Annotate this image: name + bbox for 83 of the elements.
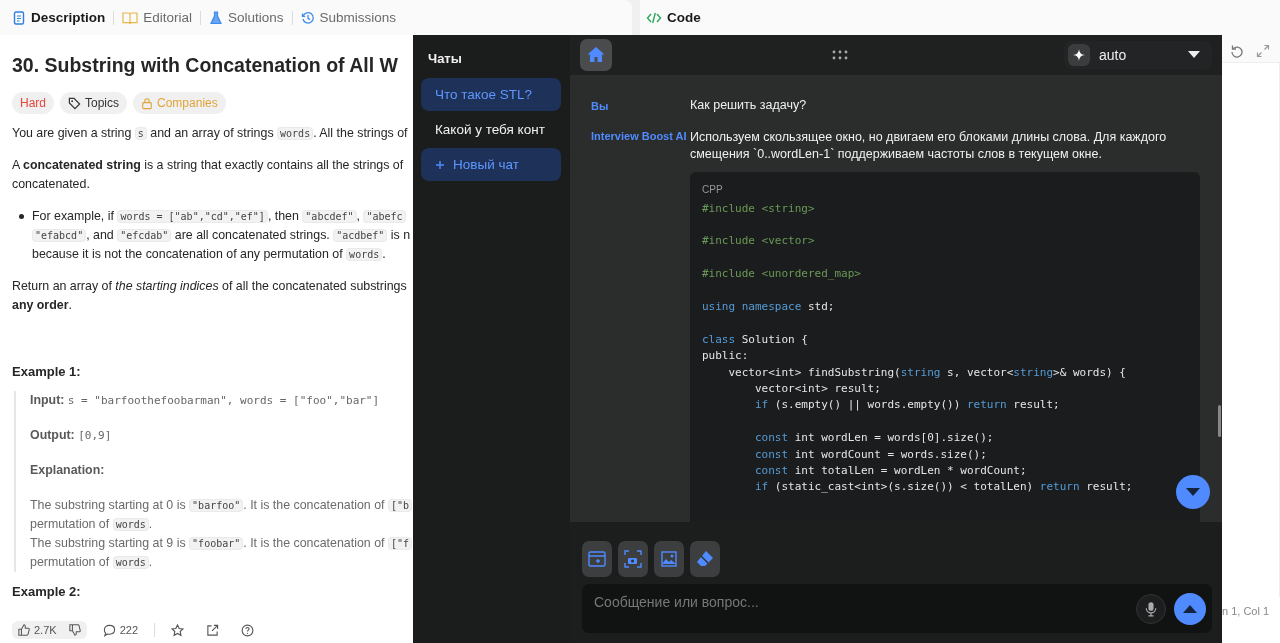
microphone-icon	[1145, 600, 1157, 617]
description-text: A concatenated string is a string that exactly contains all the strings of concatenated.	[12, 157, 404, 193]
sidebar-title: Чаты	[427, 50, 463, 68]
code-line: class Solution {	[702, 331, 809, 348]
example-heading: Example 2:	[12, 584, 82, 599]
problem-title: 30. Substring with Concatenation of All W	[12, 53, 399, 78]
new-chat-button[interactable]: Новый чат	[421, 148, 561, 181]
code-line: const int totalLen = wordLen * wordCount;	[753, 462, 1028, 479]
eraser-icon	[695, 549, 715, 569]
example-input-text: Input: s = "barfoothefoobarman", words = ["foo","bar"]	[30, 392, 381, 409]
home-button[interactable]	[580, 39, 612, 71]
code-line: vector<int> result;	[753, 380, 882, 397]
description-text: Return an array of the starting indices of all the concatenated substrings any order.	[12, 278, 407, 314]
sparkle-icon	[1068, 44, 1090, 66]
screenshot-icon	[623, 549, 643, 569]
comments-button[interactable]: 222	[96, 620, 144, 640]
example-heading: Example 1:	[12, 364, 82, 379]
code-line: if (s.empty() || words.empty()) return result;	[753, 397, 1061, 414]
code-line: const int wordCount = words.size();	[753, 446, 988, 463]
scroll-down-button[interactable]	[1176, 475, 1210, 509]
share-icon	[206, 623, 219, 637]
description-text: You are given a string s and an array of strings words . All the strings of	[12, 125, 408, 142]
explanation-text: The substring starting at 0 is "barfoo" . It is the concatenation of ["b permutation of words .	[30, 496, 413, 534]
send-button[interactable]	[1174, 592, 1206, 625]
comment-icon	[102, 623, 116, 637]
drag-handle-icon[interactable]	[832, 50, 848, 60]
lock-icon	[141, 96, 154, 110]
code-line: const int wordLen = words[0].size();	[753, 430, 995, 447]
explanation-text: The substring starting at 9 is "foobar" . It is the concatenation of ["f permutation of words .	[30, 534, 413, 572]
plus-icon	[435, 159, 445, 170]
chat-item[interactable]: Что такое STL?	[421, 78, 561, 111]
caret-icon	[1188, 51, 1200, 59]
problem-tab[interactable]: Solutions	[205, 6, 288, 29]
description-text: For example, if words = ["ab","cd","ef"] , then "abcdef" , "abefc "efabcd" , and "efcdab" are all concatenated strings. "acdbef" is n because it is not the concatenation of any permutation of words .	[32, 208, 411, 263]
chat-item[interactable]: Какой у тебя конт	[421, 113, 561, 146]
thumbs-up-icon	[18, 624, 30, 636]
problem-tab[interactable]: Editorial	[118, 6, 197, 29]
tag-icon	[68, 96, 81, 110]
code-line: #include <string>	[702, 200, 816, 217]
code-line: #include <unordered_map>	[702, 266, 862, 283]
tool-button[interactable]	[582, 541, 612, 577]
bullet-dot	[19, 214, 24, 219]
message-author: Interview Boost AI	[591, 128, 688, 144]
tool-button[interactable]	[618, 541, 648, 577]
example-output-text: Output: [0,9]	[30, 427, 113, 444]
code-tab[interactable]: Code	[642, 6, 705, 29]
explanation-label: Explanation:	[30, 462, 106, 479]
code-line: if (static_cast<int>(s.size()) < totalLen) return result;	[753, 479, 1134, 496]
message-author: Вы	[591, 99, 610, 114]
code-line: public:	[702, 348, 750, 365]
help-icon	[241, 623, 254, 637]
message-field[interactable]: Сообщение или вопрос...	[582, 584, 1212, 633]
problem-tab[interactable]: Submissions	[296, 6, 401, 29]
caret-down-icon	[1186, 488, 1200, 496]
scrollbar-thumb[interactable]	[1218, 405, 1221, 437]
undo-icon[interactable]	[1230, 43, 1244, 58]
code-line: using namespace std;	[702, 298, 836, 315]
book-icon	[122, 10, 139, 25]
caret-up-icon	[1183, 604, 1197, 613]
tool-button[interactable]	[690, 541, 720, 577]
tag-chip[interactable]: Hard	[12, 92, 54, 114]
thumbs-down-icon	[68, 624, 81, 636]
message-text: Как решить задачу?	[690, 97, 808, 114]
microphone-button[interactable]	[1136, 593, 1166, 624]
problem-tab[interactable]: Description	[8, 6, 110, 29]
home-icon	[586, 45, 606, 65]
tool-button[interactable]	[654, 541, 684, 577]
flask-icon	[209, 10, 224, 25]
code-line: #include <vector>	[702, 233, 816, 250]
document-icon	[12, 10, 26, 25]
model-select[interactable]: auto	[1064, 41, 1212, 69]
code-language: CPP	[702, 183, 724, 195]
code-line: vector<int> findSubstring(string s, vector<string>& words) {	[727, 364, 1127, 381]
code-icon	[646, 10, 662, 25]
history-icon	[300, 10, 315, 25]
expand-icon[interactable]	[1256, 43, 1270, 58]
tag-chip[interactable]: Topics	[60, 92, 128, 114]
message-text: Используем скользящее окно, но двигаем его блоками длины слова. Для каждого смещения `0..wordLen-1` поддерживаем частоты слов в текущем окне.	[690, 128, 1168, 163]
image-icon	[659, 549, 679, 569]
window-icon	[587, 549, 607, 569]
cursor-position: n 1, Col 1	[1222, 597, 1280, 643]
message-input[interactable]: Сообщение или вопрос...	[592, 593, 1128, 611]
star-icon	[171, 623, 184, 637]
